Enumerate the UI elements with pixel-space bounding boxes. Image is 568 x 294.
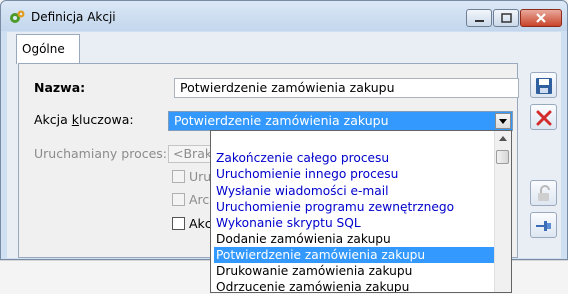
minimize-icon: [475, 20, 484, 22]
minimize-button[interactable]: [466, 9, 492, 27]
scroll-up-icon[interactable]: [496, 132, 510, 146]
dropdown-item[interactable]: Odrzucenie zamówienia zakupu: [214, 279, 496, 292]
title-bar[interactable]: Definicja Akcji: [1, 1, 567, 31]
save-icon: [536, 78, 552, 94]
save-button[interactable]: [530, 72, 557, 98]
close-button[interactable]: [520, 9, 562, 27]
pin-button[interactable]: [530, 212, 557, 238]
checkbox-akcj[interactable]: [172, 217, 185, 230]
tab-general[interactable]: Ogólne: [16, 34, 80, 64]
process-label: Uruchamiany proces:: [34, 146, 168, 161]
checkbox-uruc[interactable]: [172, 170, 185, 183]
key-action-value: Potwierdzenie zamówienia zakupu: [174, 113, 389, 128]
key-action-dropdown-list[interactable]: Zakończenie całego procesu Uruchomienie …: [210, 130, 512, 293]
maximize-icon: [501, 13, 512, 23]
cancel-button[interactable]: [530, 104, 557, 130]
name-label: Nazwa:: [34, 80, 86, 95]
lock-button[interactable]: [530, 180, 557, 206]
dropdown-item[interactable]: Zakończenie całego procesu: [214, 150, 496, 166]
gear-icon: [10, 10, 25, 23]
scroll-thumb[interactable]: [496, 150, 509, 164]
cancel-icon: [536, 110, 552, 126]
dropdown-item[interactable]: Uruchomienie innego procesu: [214, 166, 496, 182]
key-action-combobox[interactable]: Potwierdzenie zamówienia zakupu: [168, 111, 513, 131]
dropdown-item[interactable]: Dodanie zamówienia zakupu: [214, 231, 496, 247]
dropdown-item[interactable]: Drukowanie zamówienia zakupu: [214, 263, 496, 279]
checkbox-arch[interactable]: [172, 193, 185, 206]
close-icon: [536, 13, 546, 23]
window-title: Definicja Akcji: [31, 10, 116, 24]
dropdown-item[interactable]: Uruchomienie programu zewnętrznego: [214, 199, 496, 215]
chevron-down-icon: [499, 119, 507, 124]
dropdown-item[interactable]: Wysłanie wiadomości e-mail: [214, 183, 496, 199]
dropdown-item[interactable]: Wykonanie skryptu SQL: [214, 215, 496, 231]
dropdown-scrollbar[interactable]: [494, 131, 511, 292]
maximize-button[interactable]: [493, 9, 519, 27]
name-field[interactable]: Potwierdzenie zamówienia zakupu: [174, 78, 519, 98]
tab-label: Ogólne: [22, 42, 65, 56]
dropdown-item-selected[interactable]: Potwierdzenie zamówienia zakupu: [214, 247, 496, 263]
pin-icon: [536, 221, 551, 231]
lock-icon: [538, 185, 550, 201]
dropdown-button[interactable]: [495, 113, 511, 129]
key-action-label: Akcja kluczowa:: [34, 112, 134, 127]
